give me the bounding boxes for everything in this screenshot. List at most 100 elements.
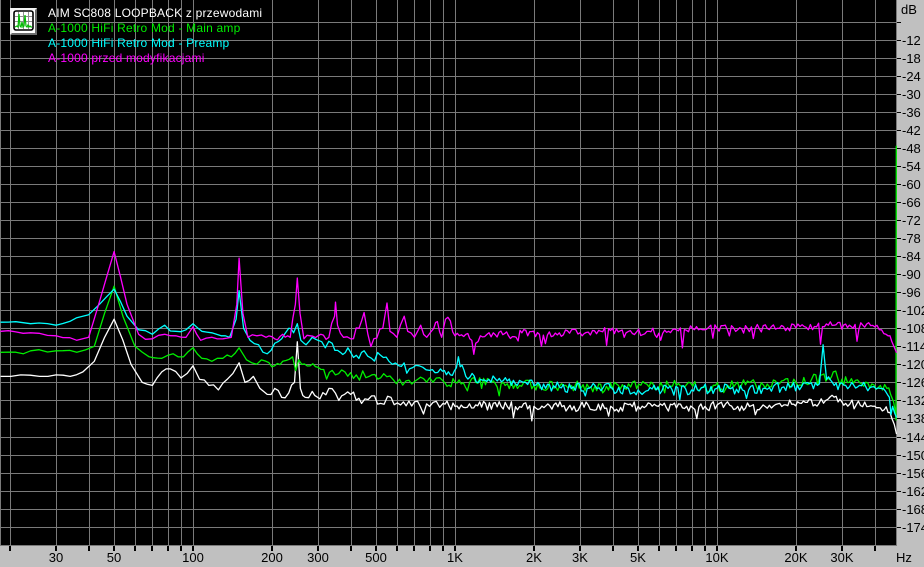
y-axis-tick xyxy=(897,364,901,365)
y-axis-tick xyxy=(897,76,901,77)
x-axis-tick xyxy=(350,546,352,551)
y-axis-tick-label: -36 xyxy=(902,104,921,120)
x-axis-tick-label: 500 xyxy=(365,550,387,565)
y-axis-tick-label: -12 xyxy=(902,32,921,48)
y-axis-tick xyxy=(897,292,901,293)
x-axis-tick-label: 1K xyxy=(447,550,463,565)
y-axis-tick-label: -144 xyxy=(902,429,924,445)
x-axis-unit-label: Hz xyxy=(896,550,912,565)
y-axis-tick xyxy=(897,527,901,528)
y-axis-strip: dB -12 -18 -24 -30 -36 -42 -48 -54 -60 -66 -72 -78 -… xyxy=(897,0,924,546)
y-axis-tick xyxy=(897,473,901,474)
spectrum-icon xyxy=(13,10,34,31)
y-axis-tick-label: -174 xyxy=(902,519,924,535)
y-axis-tick-label: -132 xyxy=(902,393,924,409)
spectrum-plot xyxy=(0,0,897,546)
y-axis-tick-label: -162 xyxy=(902,483,924,499)
y-axis-tick xyxy=(897,418,901,419)
x-axis-tick-label: 20K xyxy=(784,550,808,565)
x-axis-tick xyxy=(691,546,693,551)
y-axis-tick xyxy=(897,346,901,347)
spectrum-icon-button[interactable] xyxy=(10,8,37,35)
y-axis-tick-label: -138 xyxy=(902,411,924,427)
y-axis-unit-label: dB xyxy=(901,2,917,17)
x-axis-strip: 30 50 100 200 300 500 1K 2K 3K 5K 10K 20K 30K Hz xyxy=(0,546,924,567)
y-axis-tick xyxy=(897,310,901,311)
y-axis-tick-label: -18 xyxy=(902,50,921,66)
y-axis-tick-label: -24 xyxy=(902,68,921,84)
x-axis-tick-label: 3K xyxy=(572,550,588,565)
y-axis-tick-label: -150 xyxy=(902,447,924,463)
y-axis-tick xyxy=(897,184,901,185)
y-axis-tick xyxy=(897,382,901,383)
y-axis-tick-label: -60 xyxy=(902,176,921,192)
x-axis-tick-label: 200 xyxy=(261,550,283,565)
x-axis-tick-label: 100 xyxy=(182,550,204,565)
spectrum-analyzer-window: AIM SC808 LOOPBACK z przewodami A-1000 H… xyxy=(0,0,924,567)
x-axis-tick-label: 30 xyxy=(48,550,64,565)
x-axis-tick-label: 10K xyxy=(705,550,729,565)
y-axis-tick-label: -72 xyxy=(902,213,921,228)
legend-item-before-mod: A-1000 przed modyfikacjami xyxy=(48,51,205,66)
x-axis-tick xyxy=(9,546,11,551)
y-axis-tick-label: -96 xyxy=(902,285,921,301)
x-axis-tick xyxy=(658,546,660,551)
y-axis-tick xyxy=(897,400,901,401)
y-axis-tick xyxy=(897,437,901,438)
y-axis-tick-label: -126 xyxy=(902,375,924,391)
y-axis-tick-label: -168 xyxy=(902,501,924,517)
x-axis-tick-label: 50 xyxy=(106,550,122,565)
y-axis-tick xyxy=(897,202,901,203)
x-axis-tick xyxy=(675,546,677,551)
legend-item-main-amp: A-1000 HiFi Retro Mod - Main amp xyxy=(48,21,240,36)
x-axis-tick xyxy=(134,546,136,551)
y-axis-tick xyxy=(897,328,901,329)
x-axis-tick xyxy=(874,546,876,551)
legend-item-label: A-1000 przed modyfikacjami xyxy=(48,51,205,65)
x-axis-tick xyxy=(396,546,398,551)
y-axis-tick-label: -48 xyxy=(902,140,921,156)
y-axis-tick xyxy=(897,220,901,221)
y-axis-tick xyxy=(897,455,901,456)
x-axis-tick-label: 2K xyxy=(526,550,542,565)
legend-item-label: A-1000 HiFi Retro Mod - Main amp xyxy=(48,21,241,35)
y-axis-tick-label: -90 xyxy=(902,267,921,283)
y-axis-tick xyxy=(897,491,901,492)
y-axis-tick-label: -120 xyxy=(902,357,924,373)
y-axis-tick-label: -30 xyxy=(902,86,921,102)
y-axis-tick xyxy=(897,238,901,239)
y-axis-tick xyxy=(897,256,901,257)
y-axis-tick xyxy=(897,94,901,95)
x-axis-tick xyxy=(151,546,153,551)
y-axis-tick-label: -78 xyxy=(902,231,921,247)
y-axis-tick-label: -42 xyxy=(902,122,921,138)
y-axis-tick-label: -102 xyxy=(902,303,924,319)
y-axis-tick-label: -114 xyxy=(902,339,924,355)
y-axis-tick-label: -156 xyxy=(902,465,924,481)
legend-item-label: AIM SC808 LOOPBACK z przewodami xyxy=(48,6,263,20)
y-axis-tick-label: -84 xyxy=(902,249,921,265)
x-axis-tick-label: 5K xyxy=(630,550,646,565)
x-axis-tick-label: 30K xyxy=(830,550,854,565)
y-axis-tick xyxy=(897,40,901,41)
y-axis-tick xyxy=(897,166,901,167)
x-axis-tick xyxy=(612,546,614,551)
y-axis-tick xyxy=(897,274,901,275)
x-axis-tick xyxy=(167,546,169,551)
y-axis-tick xyxy=(897,130,901,131)
y-axis-tick xyxy=(897,112,901,113)
x-axis-tick xyxy=(88,546,90,551)
y-axis-tick xyxy=(897,58,901,59)
y-axis-tick-label: -108 xyxy=(902,321,924,337)
legend-item-preamp: A-1000 HiFi Retro Mod - Preamp xyxy=(48,36,229,51)
y-axis-tick xyxy=(897,148,901,149)
y-axis-tick xyxy=(897,509,901,510)
x-axis-tick-label: 300 xyxy=(307,550,329,565)
spectrum-plot-area: AIM SC808 LOOPBACK z przewodami A-1000 H… xyxy=(0,0,897,546)
x-axis-tick xyxy=(413,546,415,551)
legend-item-loopback: AIM SC808 LOOPBACK z przewodami xyxy=(48,6,262,21)
y-axis-tick-label: -66 xyxy=(902,194,921,210)
y-axis-tick xyxy=(897,22,901,23)
y-axis-tick-label: -54 xyxy=(902,158,921,174)
x-axis-tick xyxy=(429,546,431,551)
